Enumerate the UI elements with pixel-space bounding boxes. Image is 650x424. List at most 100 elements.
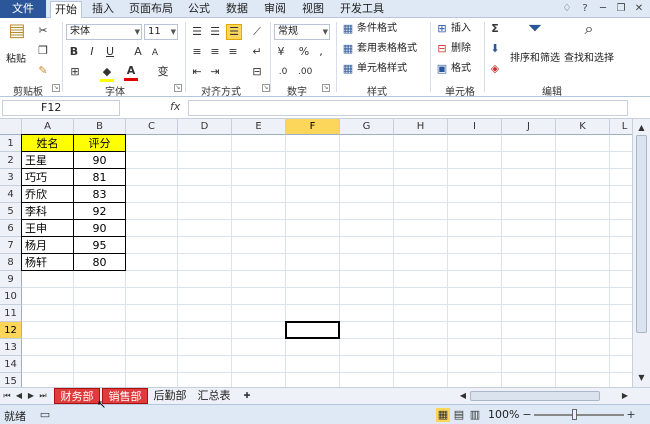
copy-icon[interactable]: ❐ <box>36 44 50 58</box>
tab-review[interactable]: 审阅 <box>260 1 290 18</box>
shrink-font-button[interactable]: A <box>150 46 160 60</box>
cut-icon[interactable]: ✂ <box>36 24 50 38</box>
merge-center-icon[interactable]: ⊟ <box>250 65 264 79</box>
tab-file[interactable]: 文件 <box>0 0 46 18</box>
align-bottom-icon[interactable]: ☰ <box>226 24 242 40</box>
autosum-button[interactable]: Σ <box>488 22 502 36</box>
normal-view-icon[interactable]: ▦ <box>436 408 450 422</box>
table-cell[interactable]: 李科 <box>21 202 74 220</box>
align-top-icon[interactable]: ☰ <box>190 25 204 39</box>
active-cell-selection[interactable] <box>285 321 340 339</box>
decrease-indent-icon[interactable]: ⇤ <box>190 65 204 79</box>
decrease-decimal-icon[interactable]: .00 <box>298 65 312 79</box>
column-header-k[interactable]: K <box>556 119 610 135</box>
new-sheet-icon[interactable]: ✚ <box>240 390 254 402</box>
wrap-text-icon[interactable]: ↵ <box>250 45 264 59</box>
table-cell[interactable]: 92 <box>73 202 126 220</box>
table-cell[interactable]: 乔欣 <box>21 185 74 203</box>
table-cell[interactable]: 王申 <box>21 219 74 237</box>
help-icon[interactable]: ? <box>578 2 592 16</box>
cell-styles-button[interactable]: 单元格样式 <box>357 61 407 77</box>
row-header-5[interactable]: 5 <box>0 203 22 220</box>
percent-button[interactable]: % <box>298 45 310 59</box>
tab-data[interactable]: 数据 <box>222 1 252 18</box>
font-size-combo[interactable]: 11 ▼ <box>144 24 178 40</box>
paste-button[interactable]: 粘贴 <box>6 52 26 68</box>
delete-cells-button[interactable]: 删除 <box>451 41 471 57</box>
page-break-view-icon[interactable]: ▥ <box>468 408 482 422</box>
tab-page-layout[interactable]: 页面布局 <box>126 1 176 18</box>
column-header-j[interactable]: J <box>502 119 556 135</box>
font-color-icon[interactable]: A <box>124 64 138 81</box>
row-header-4[interactable]: 4 <box>0 186 22 203</box>
tab-insert[interactable]: 插入 <box>88 1 118 18</box>
number-format-combo[interactable]: 常规 ▼ <box>274 24 330 40</box>
comma-button[interactable]: , <box>316 45 326 59</box>
column-header-f[interactable]: F <box>286 119 340 135</box>
increase-decimal-icon[interactable]: .0 <box>276 65 290 79</box>
zoom-in-button[interactable]: + <box>626 408 636 422</box>
zoom-slider[interactable] <box>534 414 624 416</box>
column-header-d[interactable]: D <box>178 119 232 135</box>
row-header-15[interactable]: 15 <box>0 373 22 387</box>
grow-font-button[interactable]: A <box>132 45 144 59</box>
clear-icon[interactable]: ◈ <box>488 62 502 76</box>
row-header-8[interactable]: 8 <box>0 254 22 271</box>
fill-icon[interactable]: ⬇ <box>488 42 502 56</box>
tab-home[interactable]: 开始 <box>50 1 82 19</box>
insert-function-button[interactable]: fx <box>170 100 180 113</box>
fill-color-icon[interactable]: ◆ <box>100 65 114 82</box>
column-header-a[interactable]: A <box>22 119 74 135</box>
table-header-cell[interactable]: 评分 <box>73 134 126 152</box>
align-center-icon[interactable]: ≡ <box>208 45 222 59</box>
font-launcher-icon[interactable]: ↘ <box>174 84 182 92</box>
table-cell[interactable]: 83 <box>73 185 126 203</box>
column-header-e[interactable]: E <box>232 119 286 135</box>
row-header-14[interactable]: 14 <box>0 356 22 373</box>
column-header-b[interactable]: B <box>74 119 126 135</box>
row-header-6[interactable]: 6 <box>0 220 22 237</box>
column-header-i[interactable]: I <box>448 119 502 135</box>
last-sheet-icon[interactable]: ⏭ <box>38 390 48 402</box>
table-cell[interactable]: 王星 <box>21 151 74 169</box>
zoom-slider-handle[interactable] <box>572 409 577 420</box>
first-sheet-icon[interactable]: ⏮ <box>2 390 12 402</box>
name-box[interactable]: F12 <box>2 100 120 116</box>
format-as-table-button[interactable]: 套用表格格式 <box>357 41 417 57</box>
next-sheet-icon[interactable]: ▶ <box>26 390 36 402</box>
scroll-left-icon[interactable]: ◀ <box>458 390 468 402</box>
table-cell[interactable]: 95 <box>73 236 126 254</box>
align-middle-icon[interactable]: ☰ <box>208 25 222 39</box>
table-cell[interactable]: 90 <box>73 151 126 169</box>
row-header-2[interactable]: 2 <box>0 152 22 169</box>
row-header-7[interactable]: 7 <box>0 237 22 254</box>
select-all-corner[interactable] <box>0 119 22 135</box>
format-cells-button[interactable]: 格式 <box>451 61 471 77</box>
clipboard-launcher-icon[interactable]: ↘ <box>52 84 60 92</box>
row-header-12[interactable]: 12 <box>0 322 22 339</box>
column-header-g[interactable]: G <box>340 119 394 135</box>
worksheet-grid[interactable]: A B C D E F G H I J K L 1 2 3 4 5 6 7 8 9 10 11 12 13 14 15 姓名 评分 王星 9… <box>0 119 632 387</box>
conditional-format-button[interactable]: 条件格式 <box>357 21 397 37</box>
scroll-right-icon[interactable]: ▶ <box>620 390 630 402</box>
table-cell[interactable]: 杨轩 <box>21 253 74 271</box>
align-right-icon[interactable]: ≡ <box>226 45 240 59</box>
borders-icon[interactable]: ⊞ <box>68 65 82 79</box>
underline-button[interactable]: U <box>104 45 116 59</box>
row-header-1[interactable]: 1 <box>0 135 22 152</box>
zoom-level[interactable]: 100% <box>488 408 519 421</box>
orientation-icon[interactable]: ⟋ <box>250 25 264 39</box>
row-header-11[interactable]: 11 <box>0 305 22 322</box>
number-launcher-icon[interactable]: ↘ <box>322 84 330 92</box>
table-cell[interactable]: 80 <box>73 253 126 271</box>
table-cell[interactable]: 90 <box>73 219 126 237</box>
format-painter-icon[interactable]: ✎ <box>36 64 50 78</box>
paste-icon[interactable]: ▤ <box>6 22 28 48</box>
phonetic-icon[interactable]: 变 <box>156 65 170 79</box>
tab-developer[interactable]: 开发工具 <box>336 1 388 18</box>
close-icon[interactable]: ✕ <box>632 2 646 16</box>
ribbon-options-icon[interactable]: ♢ <box>560 2 574 16</box>
formula-input[interactable] <box>188 100 628 116</box>
table-cell[interactable]: 巧巧 <box>21 168 74 186</box>
bold-button[interactable]: B <box>68 45 80 59</box>
